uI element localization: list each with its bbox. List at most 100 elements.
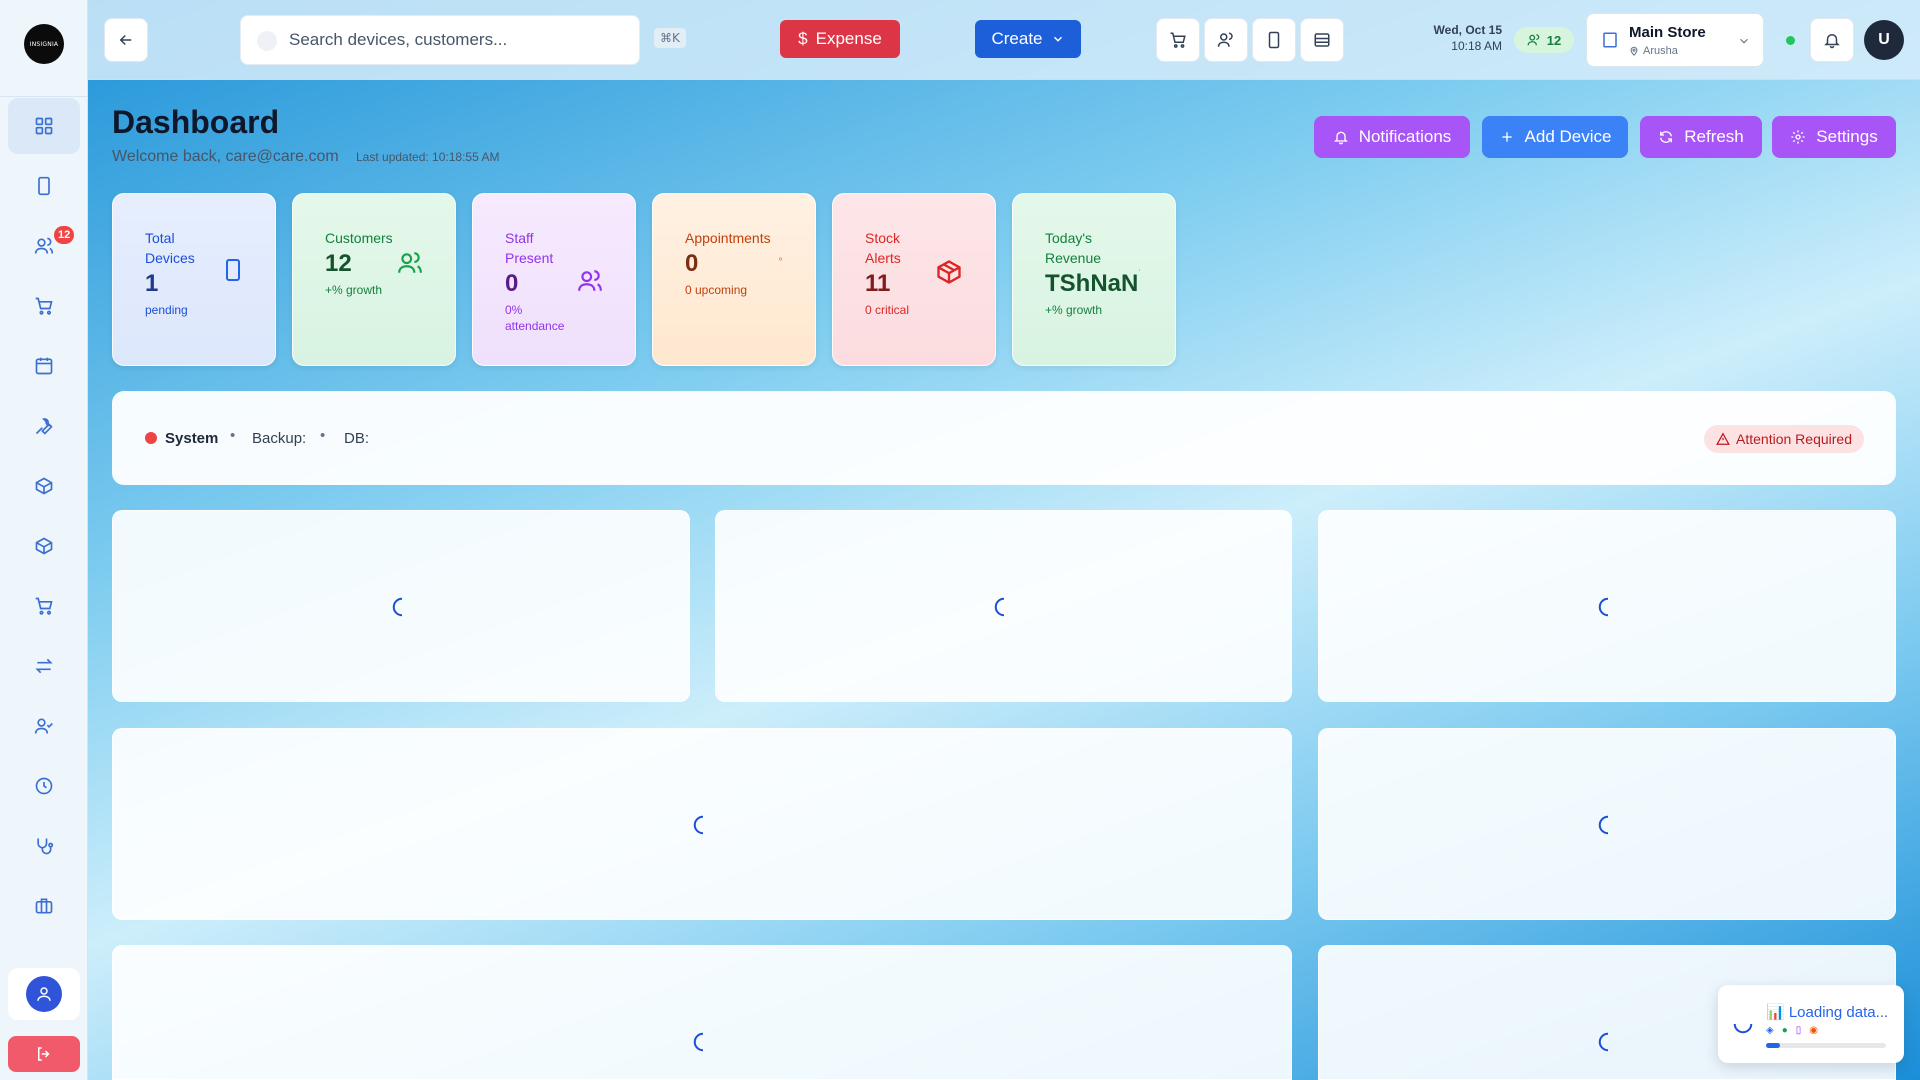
loading-panel	[715, 510, 1292, 702]
search-box[interactable]	[240, 15, 640, 65]
add-device-button[interactable]: Add Device	[1482, 116, 1628, 158]
calendar-icon: ◉	[1809, 1025, 1818, 1036]
create-button[interactable]: Create	[975, 20, 1081, 58]
sidebar-item-history[interactable]	[8, 758, 80, 814]
calendar-icon	[35, 357, 53, 375]
sidebar-item-customers[interactable]: 12	[8, 218, 80, 274]
attention-text: Attention Required	[1736, 431, 1852, 447]
sidebar: INSIGNIA 12	[0, 0, 88, 1080]
search-icon	[257, 31, 277, 51]
topbar: ⌘K $ Expense Create Wed, Oct 15 10:18 AM…	[88, 0, 1920, 80]
stat-value: 0	[685, 250, 699, 277]
notifications-button[interactable]: Notifications	[1314, 116, 1470, 158]
smartphone-icon	[226, 259, 240, 281]
expense-label: Expense	[815, 29, 882, 48]
loading-panel	[1318, 728, 1896, 920]
box-icon	[35, 537, 53, 555]
quick-inventory-button[interactable]	[1300, 18, 1344, 62]
separator-dot: •	[230, 427, 236, 444]
user-check-icon	[34, 718, 53, 734]
profile-avatar	[26, 976, 62, 1012]
sidebar-item-products[interactable]	[8, 518, 80, 574]
store-location-text: Arusha	[1643, 45, 1678, 57]
loading-panel	[112, 945, 1292, 1080]
sidebar-profile[interactable]	[8, 968, 80, 1020]
spinner-icon	[1598, 815, 1609, 835]
calendar-icon: º	[779, 256, 782, 265]
back-button[interactable]	[104, 18, 148, 62]
stat-sub: +% growth	[1045, 303, 1103, 317]
stat-card-total-devices[interactable]: Total Devices 1 pending	[112, 193, 276, 366]
chevron-down-icon	[1053, 36, 1062, 42]
dollar-icon: $	[798, 29, 808, 48]
loading-panel	[1318, 510, 1896, 702]
system-status-bar: System • Backup: • DB: Attention Require…	[112, 391, 1896, 485]
bell-icon	[1824, 34, 1840, 49]
sidebar-item-diagnostics[interactable]	[8, 818, 80, 874]
stat-label: Total Devices	[145, 230, 195, 266]
system-label: System	[165, 430, 219, 447]
sidebar-item-dashboard[interactable]	[8, 98, 80, 154]
sidebar-item-transfers[interactable]	[8, 638, 80, 694]
store-selector[interactable]: Main Store Arusha	[1586, 13, 1764, 67]
spinner-icon	[693, 815, 704, 835]
sidebar-item-business[interactable]	[8, 878, 80, 934]
users-icon	[34, 237, 54, 254]
quick-pos-button[interactable]	[1156, 18, 1200, 62]
sidebar-item-orders[interactable]	[8, 578, 80, 634]
spinner-icon	[693, 1032, 704, 1052]
attention-badge[interactable]: Attention Required	[1704, 425, 1864, 453]
user-avatar[interactable]: U	[1864, 20, 1904, 60]
transfer-arrows-icon	[35, 658, 53, 674]
stat-label: Customers	[325, 230, 393, 246]
user-icon	[37, 987, 51, 1001]
stat-card-customers[interactable]: Customers 12 +% growth	[292, 193, 456, 366]
spinner-icon	[1733, 1023, 1753, 1034]
loading-panel	[112, 728, 1292, 920]
app-logo[interactable]: INSIGNIA	[24, 24, 64, 64]
quick-devices-button[interactable]	[1252, 18, 1296, 62]
db-label: DB:	[344, 430, 370, 447]
sidebar-item-appointments[interactable]	[8, 338, 80, 394]
spinner-icon	[392, 597, 403, 617]
loading-status-icons: ◈ ● ▯ ◉	[1766, 1025, 1818, 1036]
stat-card-revenue[interactable]: Today's Revenue TShNaN +% growth '	[1012, 193, 1176, 366]
sidebar-item-repairs[interactable]	[8, 398, 80, 454]
stat-label: Appointments	[685, 230, 771, 246]
sidebar-item-pos[interactable]	[8, 278, 80, 334]
alert-triangle-icon	[1716, 432, 1730, 445]
package-icon	[937, 260, 961, 284]
sidebar-divider	[0, 96, 88, 97]
logout-button[interactable]	[8, 1036, 80, 1072]
arrow-left-icon	[119, 34, 132, 46]
map-pin-icon	[1630, 46, 1638, 56]
quick-customers-button[interactable]	[1204, 18, 1248, 62]
settings-label: Settings	[1816, 127, 1878, 146]
users-icon	[578, 270, 602, 291]
stat-label: Staff Present	[505, 230, 554, 266]
refresh-button[interactable]: Refresh	[1640, 116, 1762, 158]
cart-icon	[35, 597, 53, 615]
chevron-down-icon	[1740, 38, 1748, 44]
online-users-badge[interactable]: 12	[1514, 27, 1574, 53]
sidebar-item-devices[interactable]	[8, 158, 80, 214]
stat-card-staff-present[interactable]: Staff Present 0 0% attendance	[472, 193, 636, 366]
expense-button[interactable]: $ Expense	[780, 20, 900, 58]
current-time: 10:18 AM	[1451, 39, 1502, 53]
sidebar-item-attendance[interactable]	[8, 698, 80, 754]
stat-card-stock-alerts[interactable]: Stock Alerts 11 0 critical	[832, 193, 996, 366]
datetime: Wed, Oct 15 10:18 AM	[1418, 22, 1502, 54]
quick-actions	[1156, 18, 1348, 62]
loading-panel	[112, 510, 690, 702]
store-name: Main Store	[1629, 24, 1706, 41]
welcome-text: Welcome back, care@care.com	[112, 148, 339, 165]
current-date: Wed, Oct 15	[1433, 23, 1502, 37]
logout-icon	[38, 1047, 50, 1061]
search-input[interactable]	[289, 30, 619, 50]
sidebar-item-inventory[interactable]	[8, 458, 80, 514]
add-device-label: Add Device	[1524, 127, 1612, 146]
settings-button[interactable]: Settings	[1772, 116, 1896, 158]
stat-card-appointments[interactable]: Appointments 0 0 upcoming º	[652, 193, 816, 366]
loading-progress-bar	[1766, 1043, 1886, 1048]
notifications-bell-button[interactable]	[1810, 18, 1854, 62]
